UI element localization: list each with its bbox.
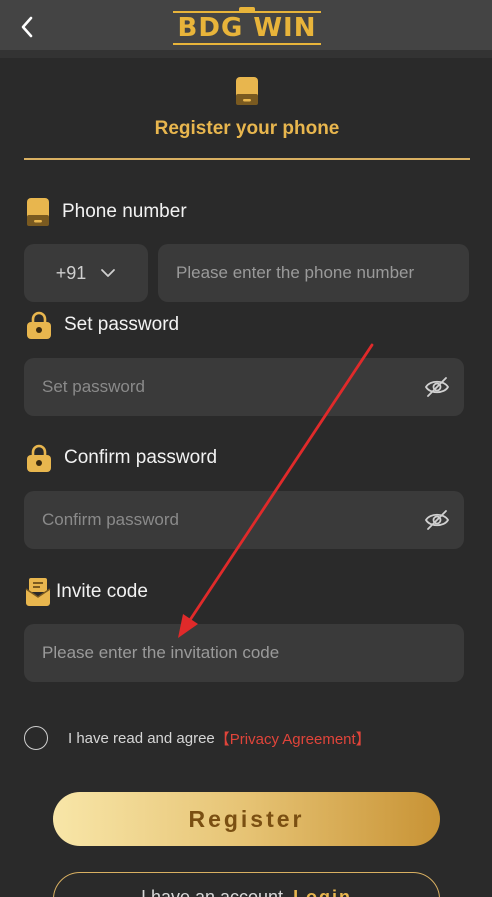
- confirm-field: [24, 491, 464, 549]
- password-field: [24, 358, 464, 416]
- phone-label: Phone number: [62, 201, 187, 222]
- agreement-row: I have read and agree 【Privacy Agreement…: [24, 725, 371, 751]
- invite-icon: [25, 578, 51, 606]
- invite-field: [24, 624, 464, 682]
- login-word: Login: [293, 886, 353, 897]
- eye-off-icon[interactable]: [424, 375, 450, 399]
- tab-title: Register your phone: [154, 118, 340, 139]
- logo-text: BDG WIN: [177, 13, 317, 43]
- logo-bottom-line: [173, 43, 321, 45]
- country-code-select[interactable]: +91: [24, 244, 148, 302]
- password-label: Set password: [64, 314, 180, 335]
- back-button[interactable]: [12, 10, 42, 44]
- top-bar: BDG WIN: [0, 0, 492, 58]
- chevron-left-icon: [21, 16, 33, 38]
- lock-icon: [27, 311, 51, 339]
- lock-icon: [27, 444, 51, 472]
- eye-off-icon[interactable]: [424, 508, 450, 532]
- login-prefix: I have an account: [140, 886, 284, 897]
- password-label-row: Set password: [24, 310, 179, 340]
- agree-radio[interactable]: [24, 726, 48, 750]
- confirm-input[interactable]: [24, 491, 464, 549]
- country-code-value: +91: [55, 262, 87, 283]
- phone-input[interactable]: [158, 244, 469, 302]
- logo-top-line: [173, 7, 321, 13]
- confirm-label: Confirm password: [64, 447, 218, 468]
- register-tab[interactable]: Register your phone: [24, 76, 470, 160]
- phone-label-row: Phone number: [24, 197, 187, 227]
- app-logo: BDG WIN: [172, 7, 322, 48]
- phone-icon: [236, 77, 258, 105]
- invite-label: Invite code: [56, 581, 148, 602]
- password-input[interactable]: [24, 358, 464, 416]
- chevron-down-icon: [101, 269, 116, 277]
- login-button[interactable]: I have an account Login: [53, 872, 440, 897]
- privacy-agreement-link[interactable]: 【Privacy Agreement】: [215, 728, 371, 749]
- agree-text: I have read and agree: [68, 729, 215, 747]
- phone-icon: [27, 198, 49, 226]
- confirm-label-row: Confirm password: [24, 443, 217, 473]
- register-button[interactable]: Register: [53, 792, 440, 846]
- phone-field: [158, 244, 469, 302]
- invite-input[interactable]: [24, 624, 464, 682]
- invite-label-row: Invite code: [24, 577, 148, 607]
